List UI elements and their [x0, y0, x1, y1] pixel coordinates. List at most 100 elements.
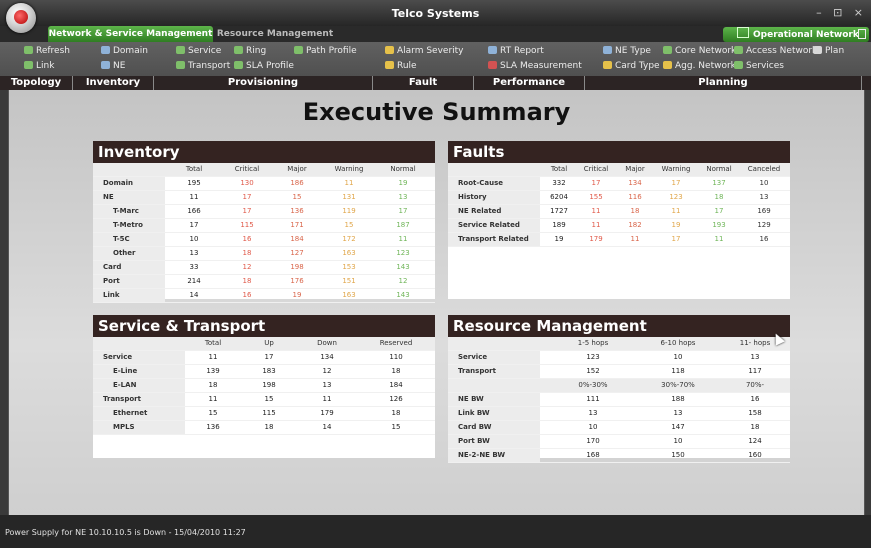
faults-col-total: Total	[550, 165, 568, 173]
domain-button[interactable]: Domain	[101, 45, 148, 58]
plan-icon	[813, 46, 822, 54]
minimize-icon[interactable]: –	[816, 6, 822, 19]
cell-pct-0-30: 13	[588, 409, 598, 417]
resource-management-title: Resource Management	[448, 315, 790, 337]
cell-down: 11	[322, 395, 332, 403]
cell-critical: 17	[242, 207, 252, 215]
cell-normal: 11	[714, 235, 724, 243]
cell-critical: 179	[589, 235, 603, 243]
table-row[interactable]: NE 11 17 15 131 13	[93, 191, 435, 205]
cell-normal: 143	[396, 291, 410, 299]
service-icon	[176, 46, 185, 54]
table-row[interactable]: Card 33 12 198 153 143	[93, 261, 435, 275]
cell-critical: 18	[242, 277, 252, 285]
cell-critical: 155	[589, 193, 603, 201]
sla-measurement-button[interactable]: SLA Measurement	[488, 60, 582, 73]
core-network-button[interactable]: Core Network	[663, 45, 736, 58]
telco-logo[interactable]	[6, 3, 36, 33]
group-provisioning: Provisioning	[154, 76, 373, 90]
cell-down: 134	[320, 353, 334, 361]
cell-reserved: 18	[391, 367, 401, 375]
cell-normal: 17	[714, 207, 724, 215]
sla-profile-button[interactable]: SLA Profile	[234, 60, 294, 73]
service-transport-panel: Service & Transport Total Up Down Reserv…	[93, 315, 435, 458]
service-transport-title: Service & Transport	[93, 315, 435, 337]
table-row[interactable]: E-Line 139 183 12 18	[93, 365, 435, 379]
table-row[interactable]: History 6204 155 116 123 18 13	[448, 191, 790, 205]
table-row[interactable]: E-LAN 18 198 13 184	[93, 379, 435, 393]
status-bar: Power Supply for NE 10.10.10.5 is Down -…	[0, 515, 871, 548]
cell-total: 214	[187, 277, 201, 285]
transport-button[interactable]: Transport	[176, 60, 230, 73]
table-row[interactable]: Service Related 189 11 182 19 193 129	[448, 219, 790, 233]
tab-resource-management[interactable]: Resource Management	[215, 26, 335, 42]
link-button[interactable]: Link	[24, 60, 54, 73]
alarm-severity-button[interactable]: Alarm Severity	[385, 45, 464, 58]
st-col-up: Up	[264, 339, 274, 347]
table-row[interactable]: T-5C 10 16 184 172 11	[93, 233, 435, 247]
table-row[interactable]: Other 13 18 127 163 123	[93, 247, 435, 261]
restore-icon[interactable]: ⊡	[833, 6, 842, 19]
table-row[interactable]: Root-Cause 332 17 134 17 137 10	[448, 177, 790, 191]
rt-report-button[interactable]: RT Report	[488, 45, 544, 58]
table-row[interactable]: Port BW 170 10 124	[448, 435, 790, 449]
table-row[interactable]: Link 14 16 19 163 143	[93, 289, 435, 303]
col-pct-30-70: 30%-70%	[661, 381, 695, 389]
ne-type-button[interactable]: NE Type	[603, 45, 651, 58]
agg-network-label: Agg. Network	[675, 61, 736, 71]
col-pct-0-30: 0%-30%	[578, 381, 608, 389]
table-row[interactable]: Service 123 10 13	[448, 351, 790, 365]
service-transport-header-row: Total Up Down Reserved	[93, 337, 435, 351]
ne-type-label: NE Type	[615, 46, 651, 56]
cell-critical: 16	[242, 291, 252, 299]
rule-button[interactable]: Rule	[385, 60, 417, 73]
cell-normal: 143	[396, 263, 410, 271]
operational-network-button[interactable]: Operational Network	[723, 27, 869, 42]
ne-button[interactable]: NE	[101, 60, 125, 73]
dock-icon[interactable]	[858, 29, 866, 39]
table-row[interactable]: Transport 11 15 11 126	[93, 393, 435, 407]
agg-network-button[interactable]: Agg. Network	[663, 60, 736, 73]
row-label: Service	[93, 351, 185, 364]
services-button[interactable]: Services	[734, 60, 784, 73]
card-type-button[interactable]: Card Type	[603, 60, 660, 73]
ring-button[interactable]: Ring	[234, 45, 266, 58]
cell-total: 10	[189, 235, 199, 243]
cell-total: 18	[208, 381, 218, 389]
access-network-button[interactable]: Access Network	[734, 45, 817, 58]
table-row[interactable]: T-Metro 17 115 171 15 187	[93, 219, 435, 233]
table-row[interactable]: NE Related 1727 11 18 11 17 169	[448, 205, 790, 219]
table-row[interactable]: Card BW 10 147 18	[448, 421, 790, 435]
cell-warning: 19	[671, 221, 681, 229]
cell-warning: 131	[342, 193, 356, 201]
cell-total: 33	[189, 263, 199, 271]
row-label: Port BW	[448, 435, 540, 448]
tab-network-service-management[interactable]: Network & Service Management	[48, 26, 213, 42]
table-row[interactable]: Transport 152 118 117	[448, 365, 790, 379]
cell-critical: 17	[242, 193, 252, 201]
table-row[interactable]: Service 11 17 134 110	[93, 351, 435, 365]
refresh-button[interactable]: Refresh	[24, 45, 70, 58]
cell-total: 189	[552, 221, 566, 229]
service-button[interactable]: Service	[176, 45, 221, 58]
plan-button[interactable]: Plan	[813, 45, 844, 58]
table-row[interactable]: Port 214 18 176 151 12	[93, 275, 435, 289]
close-icon[interactable]: ×	[854, 6, 863, 19]
table-row[interactable]: T-Marc 166 17 136 119 17	[93, 205, 435, 219]
cell-major: 186	[290, 179, 304, 187]
cell-total: 14	[189, 291, 199, 299]
logo-mark-icon	[14, 10, 28, 24]
table-row[interactable]: Transport Related 19 179 11 17 11 16	[448, 233, 790, 247]
faults-col-major: Major	[625, 165, 645, 173]
table-row[interactable]: Domain 195 130 186 11 19	[93, 177, 435, 191]
table-row[interactable]: MPLS 136 18 14 15	[93, 421, 435, 435]
alarm-icon	[385, 46, 394, 54]
table-row[interactable]: Link BW 13 13 158	[448, 407, 790, 421]
row-label: Root-Cause	[448, 177, 540, 190]
cell-canceled: 13	[759, 193, 769, 201]
table-row[interactable]: Ethernet 15 115 179 18	[93, 407, 435, 421]
path-profile-button[interactable]: Path Profile	[294, 45, 357, 58]
cell-critical: 18	[242, 249, 252, 257]
table-row[interactable]: NE-2-NE BW 168 150 160	[448, 449, 790, 463]
table-row[interactable]: NE BW 111 188 16	[448, 393, 790, 407]
